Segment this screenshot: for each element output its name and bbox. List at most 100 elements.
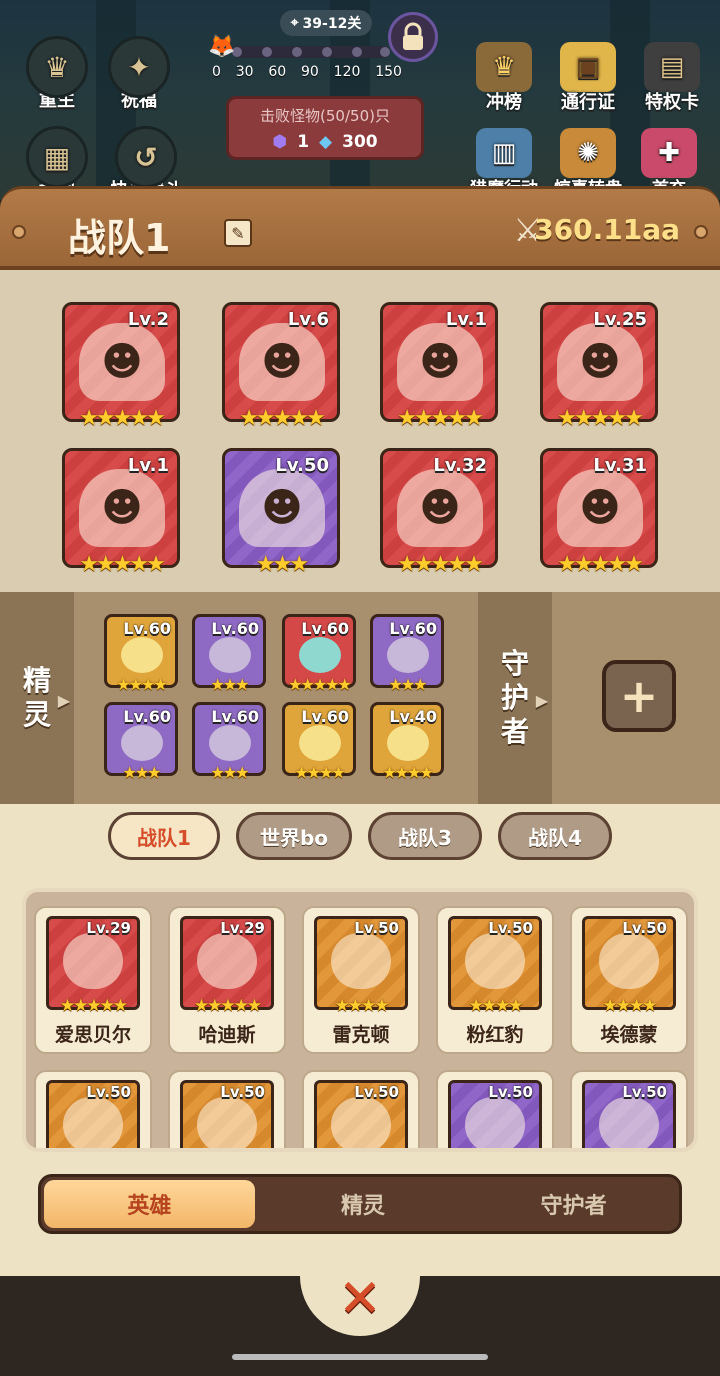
home-indicator [232,1354,488,1360]
hero-portrait: ☻ [557,469,643,547]
roster-hero-stars: ★★★★★ [59,996,128,1016]
spirit-portrait [209,637,251,673]
spirit-slot[interactable]: Lv.60 ★★★ [192,702,266,782]
hero-stars: ★★★★★ [557,406,644,431]
plus-icon: + [619,669,659,723]
roster-hero-card[interactable]: Lv.50 ★★★★ 埃德蒙 [570,906,688,1054]
roster-hero-level: Lv.29 [220,919,265,937]
roster-hero-portrait: Lv.50 [46,1080,140,1148]
spirit-slot[interactable]: Lv.60 ★★★ [370,614,444,694]
rebirth-icon: ♛ [26,36,88,98]
spirit-level: Lv.60 [389,619,437,638]
spirit-level: Lv.60 [123,707,171,726]
category-guardians[interactable]: 守护者 [468,1177,679,1231]
blessing-button[interactable]: ✦ 祝福 [96,36,182,112]
spirit-stars: ★★★★★ [288,675,352,694]
spirit-slot[interactable]: Lv.60 ★★★★★ [282,614,356,694]
roster-hero-card[interactable]: Lv.50 [34,1070,152,1148]
hero-level: Lv.31 [593,455,647,476]
spirit-portrait [299,725,341,761]
tab-team-3[interactable]: 战队3 [368,812,482,860]
spirit-slot[interactable]: Lv.60 ★★★★ [282,702,356,782]
spirit-level: Lv.60 [123,619,171,638]
hero-roster-list[interactable]: Lv.29 ★★★★★ 爱思贝尔 Lv.29 ★★★★★ 哈迪斯 Lv.50 ★★★★ 雷克顿 L… [22,888,698,1152]
lock-button[interactable] [388,12,438,62]
monster-quest-box[interactable]: 击败怪物(50/50)只 ⬢ 1 ◆ 300 [226,96,424,160]
spirit-stars: ★★★★ [294,763,345,782]
hero-level: Lv.32 [433,455,487,476]
fox-marker-icon: 🦊 [208,34,236,59]
roster-hero-card[interactable]: Lv.50 [302,1070,420,1148]
tab-team-4[interactable]: 战队4 [498,812,612,860]
roster-hero-stars: ★★★★ [334,996,390,1016]
roster-hero-card[interactable]: Lv.50 ★★★★ 粉红豹 [436,906,554,1054]
gem-icon: ⬢ [272,132,288,152]
guardian-side-tab[interactable]: 守护者 ▶ [478,592,552,804]
hero-portrait: ☻ [239,323,325,401]
roster-hero-portrait: Lv.50 [582,1080,676,1148]
spirit-level: Lv.40 [389,707,437,726]
ranking-button[interactable]: ♛ 冲榜 [464,42,544,114]
roster-hero-level: Lv.50 [622,1083,667,1101]
spirit-stars: ★★★★ [382,763,433,782]
edit-icon[interactable]: ✎ [224,219,252,247]
hero-level: Lv.1 [445,309,487,330]
roster-hero-card[interactable]: Lv.50 ★★★★ 雷克顿 [302,906,420,1054]
hero-slot[interactable]: ☻ Lv.50 ★★★ [222,448,340,577]
stage-progress-bar [232,46,390,58]
roster-hero-card[interactable]: Lv.50 [168,1070,286,1148]
roster-hero-name: 爱思贝尔 [54,1024,131,1046]
roster-hero-stars: ★★★★ [468,996,524,1016]
hero-slot[interactable]: ☻ Lv.1 ★★★★★ [380,302,498,431]
trophy-icon: ♛ [476,42,532,92]
spirit-tab-label: 精灵 [22,664,51,731]
spirit-slot[interactable]: Lv.60 ★★★ [104,702,178,782]
category-spirits[interactable]: 精灵 [258,1177,469,1231]
hero-stars: ★★★★★ [239,406,326,431]
roster-hero-level: Lv.50 [86,1083,131,1101]
spirit-slot[interactable]: Lv.40 ★★★★ [370,702,444,782]
roster-hero-portrait: Lv.50 ★★★★ [448,916,542,1016]
hero-stars: ★★★ [255,552,309,577]
stage-indicator: ⌖ 39-12关 [280,10,372,36]
hero-slot[interactable]: ☻ Lv.32 ★★★★★ [380,448,498,577]
spirit-side-tab[interactable]: 精灵 ▶ [0,592,74,804]
hero-slot[interactable]: ☻ Lv.25 ★★★★★ [540,302,658,431]
roster-hero-card[interactable]: Lv.29 ★★★★★ 爱思贝尔 [34,906,152,1054]
roster-hero-stars: ★★★★ [602,996,658,1016]
roster-hero-card[interactable]: Lv.50 [436,1070,554,1148]
gift-icon: ✚ [641,128,697,178]
hero-slot[interactable]: ☻ Lv.31 ★★★★★ [540,448,658,577]
monster-quest-label: 击败怪物(50/50)只 [260,107,390,125]
privilege-card-button[interactable]: ▤ 特权卡 [632,42,712,114]
hero-slot[interactable]: ☻ Lv.2 ★★★★★ [62,302,180,431]
lock-icon [403,22,423,50]
roster-hero-portrait: Lv.50 [180,1080,274,1148]
category-toggle: 英雄 精灵 守护者 [38,1174,682,1234]
hero-slot[interactable]: ☻ Lv.1 ★★★★★ [62,448,180,577]
add-guardian-button[interactable]: + [602,660,676,732]
spirit-portrait [299,637,341,673]
hero-slot[interactable]: ☻ Lv.6 ★★★★★ [222,302,340,431]
wheel-icon: ✺ [560,128,616,178]
roster-hero-level: Lv.50 [354,919,399,937]
team-title: 战队1 [68,216,171,260]
roster-hero-portrait: Lv.50 ★★★★ [582,916,676,1016]
chevron-right-icon: ▶ [535,691,548,710]
spirit-slot[interactable]: Lv.60 ★★★ [192,614,266,694]
hero-stars: ★★★★★ [79,406,166,431]
roster-hero-level: Lv.50 [220,1083,265,1101]
tab-world-boss[interactable]: 世界bo [236,812,352,860]
pass-button[interactable]: ▣ 通行证 [548,42,628,114]
rebirth-button[interactable]: ♛ 重生 [14,36,100,112]
tab-team-1[interactable]: 战队1 [108,812,220,860]
spirit-stars: ★★★ [122,763,161,782]
spirit-slot[interactable]: Lv.60 ★★★★ [104,614,178,694]
team-header: 战队1 ✎ ⚔ 360.11aa [0,186,720,270]
quick-battle-icon: ↺ [115,126,177,188]
roster-hero-card[interactable]: Lv.29 ★★★★★ 哈迪斯 [168,906,286,1054]
hero-portrait: ☻ [397,323,483,401]
category-heroes[interactable]: 英雄 [44,1180,255,1228]
roster-hero-card[interactable]: Lv.50 [570,1070,688,1148]
roster-hero-level: Lv.50 [622,919,667,937]
